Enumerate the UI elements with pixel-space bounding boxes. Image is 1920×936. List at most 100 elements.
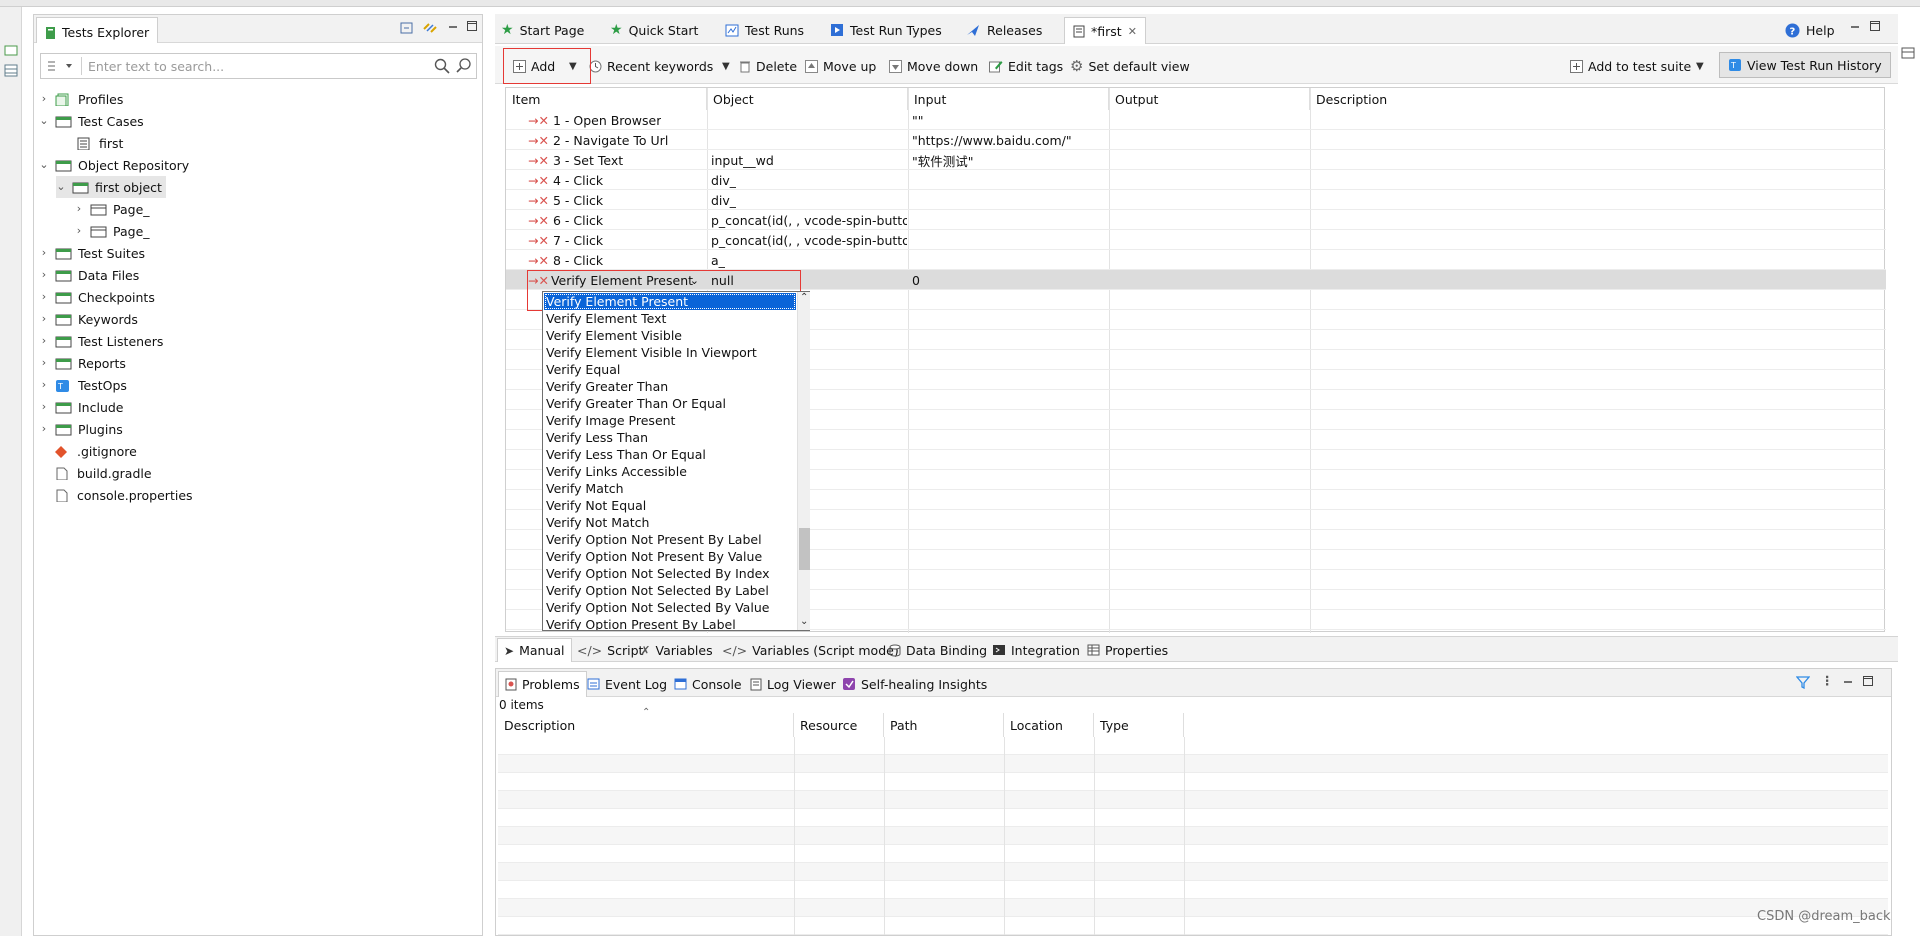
dropdown-option[interactable]: Verify Match (544, 480, 796, 497)
maximize-icon[interactable] (466, 20, 478, 32)
tab-variables-script-mode[interactable]: </> Variables (Script mode) (722, 639, 899, 661)
tree-item-plugins[interactable]: › Plugins (39, 418, 123, 440)
dropdown-option[interactable]: Verify Option Present By Label (544, 616, 796, 630)
tab-integration[interactable]: Integration (992, 639, 1080, 661)
object-cell[interactable]: div_ (707, 170, 736, 190)
tree-item-keywords[interactable]: › Keywords (39, 308, 138, 330)
test-suite-chevron-icon[interactable]: ▼ (1696, 54, 1704, 78)
maximize-icon[interactable] (1862, 675, 1874, 687)
input-cell[interactable]: 0 (908, 270, 920, 290)
column-header-resource[interactable]: Resource (794, 713, 884, 737)
table-row[interactable]: →✕ 1 - Open Browser "" (506, 110, 1886, 130)
chevron-right-icon[interactable]: › (39, 291, 49, 302)
tree-item-testops[interactable]: › T TestOps (39, 374, 127, 396)
table-row[interactable]: →✕ 8 - Click a_ (506, 250, 1886, 270)
dropdown-scrollbar[interactable]: ⌃ ⌄ (797, 292, 810, 630)
column-header-description[interactable]: Description ⌃ (498, 707, 794, 737)
tree-item-first-object[interactable]: ⌄ first object (56, 176, 166, 198)
tree-item-page[interactable]: › Page_ (74, 220, 150, 242)
table-row[interactable]: →✕ 2 - Navigate To Url "https://www.baidu… (506, 130, 1886, 150)
dropdown-option[interactable]: Verify Not Equal (544, 497, 796, 514)
tree-item-profiles[interactable]: › Profiles (39, 88, 124, 110)
input-cell[interactable] (908, 170, 912, 190)
tab-test-run-types[interactable]: Test Run Types (830, 18, 942, 42)
table-row[interactable]: →✕ 4 - Click div_ (506, 170, 1886, 190)
maximize-icon[interactable] (1869, 20, 1881, 32)
input-cell[interactable] (908, 250, 912, 270)
link-with-editor-icon[interactable] (422, 20, 438, 36)
column-header-object[interactable]: Object (707, 88, 908, 110)
tree-item-build-gradle[interactable]: build.gradle (54, 462, 152, 484)
object-cell[interactable]: div_ (707, 190, 736, 210)
tree-item-test-suites[interactable]: › Test Suites (39, 242, 145, 264)
chevron-down-icon[interactable]: ⌄ (39, 159, 49, 170)
object-cell[interactable] (707, 130, 711, 150)
chevron-right-icon[interactable]: › (39, 379, 49, 390)
chevron-right-icon[interactable]: › (39, 357, 49, 368)
move-down-button[interactable]: Move down (889, 54, 978, 78)
tab-start-page[interactable]: ★ Start Page (501, 18, 584, 42)
search-input[interactable] (86, 56, 416, 76)
delete-button[interactable]: Delete (739, 54, 797, 78)
tab-releases[interactable]: Releases (965, 18, 1042, 42)
input-cell[interactable] (908, 230, 912, 250)
chevron-right-icon[interactable]: › (39, 423, 49, 434)
table-row-selected[interactable]: →✕ Verify Element Present ⌄ null 0 (506, 270, 1886, 290)
dropdown-option[interactable]: Verify Option Not Selected By Label (544, 582, 796, 599)
close-icon[interactable]: ✕ (1128, 25, 1137, 38)
search-icon[interactable] (433, 57, 451, 75)
dropdown-option[interactable]: Verify Not Match (544, 514, 796, 531)
dropdown-option[interactable]: Verify Option Not Present By Label (544, 531, 796, 548)
dropdown-option[interactable]: Verify Less Than Or Equal (544, 446, 796, 463)
tree-item-include[interactable]: › Include (39, 396, 124, 418)
object-cell[interactable]: p_concat(id(, , vcode-spin-button- (707, 210, 907, 230)
table-row[interactable]: →✕ 3 - Set Text input__wd "软件测试" (506, 150, 1886, 170)
chevron-right-icon[interactable]: › (39, 313, 49, 324)
filter-icon[interactable] (1796, 675, 1810, 689)
tab-log-viewer[interactable]: Log Viewer (750, 672, 836, 696)
tree-item-first[interactable]: first (76, 132, 123, 154)
chevron-right-icon[interactable]: › (39, 269, 49, 280)
set-default-view-button[interactable]: ⚙ Set default view (1070, 54, 1190, 78)
keyword-dropdown-list[interactable]: Verify Element Present Verify Element Te… (542, 291, 810, 631)
tab-variables[interactable]: ✗ Variables (640, 639, 713, 661)
recent-keywords-button[interactable]: Recent keywords (589, 54, 713, 78)
tree-item-test-cases[interactable]: ⌄ Test Cases (39, 110, 143, 132)
dropdown-option[interactable]: Verify Less Than (544, 429, 796, 446)
column-header-path[interactable]: Path (884, 713, 1004, 737)
column-header-output[interactable]: Output (1109, 88, 1310, 110)
chevron-down-icon[interactable]: ⌄ (56, 181, 66, 192)
tree-item-object-repository[interactable]: ⌄ Object Repository (39, 154, 189, 176)
minimize-icon[interactable] (447, 22, 459, 32)
right-side-toolbar-icon[interactable] (1898, 36, 1920, 76)
tab-manual[interactable]: ➤ Manual (497, 638, 572, 662)
tree-item-page[interactable]: › Page_ (74, 198, 150, 220)
tab-problems[interactable]: Problems (498, 671, 587, 697)
column-header-description[interactable]: Description (1310, 88, 1886, 110)
chevron-right-icon[interactable]: › (39, 247, 49, 258)
dropdown-option-selected[interactable]: Verify Element Present (544, 293, 796, 310)
collapse-all-icon[interactable] (400, 21, 414, 35)
column-header-input[interactable]: Input (908, 88, 1109, 110)
dropdown-option[interactable]: Verify Image Present (544, 412, 796, 429)
tree-item-test-listeners[interactable]: › Test Listeners (39, 330, 164, 352)
column-header-type[interactable]: Type (1094, 713, 1184, 737)
dropdown-option[interactable]: Verify Greater Than (544, 378, 796, 395)
column-header-location[interactable]: Location (1004, 713, 1094, 737)
tab-properties[interactable]: Properties (1087, 639, 1168, 661)
chevron-right-icon[interactable]: › (74, 225, 84, 236)
scroll-down-icon[interactable]: ⌄ (800, 616, 808, 627)
input-cell[interactable]: "" (908, 110, 924, 130)
object-cell[interactable]: a_ (707, 250, 725, 270)
object-cell[interactable]: input__wd (707, 150, 774, 170)
object-cell[interactable]: p_concat(id(, , vcode-spin-button- (707, 230, 907, 250)
input-cell[interactable]: "https://www.baidu.com/" (908, 130, 1072, 150)
scroll-up-icon[interactable]: ⌃ (800, 292, 808, 303)
tab-event-log[interactable]: Event Log (587, 672, 667, 696)
tab-tests-explorer[interactable]: Tests Explorer (36, 17, 159, 43)
tab-self-healing-insights[interactable]: Self-healing Insights (842, 672, 987, 696)
view-menu-icon[interactable]: ⋮ (1821, 673, 1834, 688)
minimize-icon[interactable] (1842, 677, 1854, 687)
keyword-combo[interactable]: →✕ Verify Element Present ⌄ (524, 270, 707, 290)
advanced-search-icon[interactable] (456, 57, 474, 75)
